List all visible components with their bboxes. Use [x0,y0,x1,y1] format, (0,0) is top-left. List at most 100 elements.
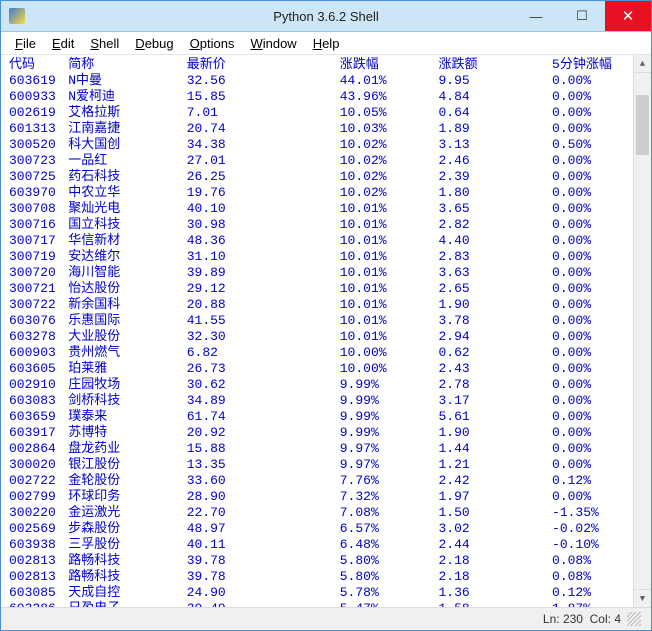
maximize-button[interactable]: ☐ [559,1,605,31]
data-row: 300520科大国创34.3810.02%3.130.50% [9,137,633,153]
cell-c5: 0.00% [552,201,633,217]
cell-c5: 0.00% [552,393,633,409]
cell-c0: 600903 [9,345,68,361]
cell-c1: 剑桥科技 [68,393,186,409]
cell-c3: 10.02% [340,185,439,201]
python-shell-window: Python 3.6.2 Shell — ☐ ✕ File Edit Shell… [0,0,652,631]
cell-c1: 海川智能 [68,265,186,281]
cell-c3: 10.01% [340,329,439,345]
cell-c1: 庄园牧场 [68,377,186,393]
cell-c2: 26.25 [187,169,340,185]
python-icon [9,8,25,24]
cell-c3: 6.48% [340,537,439,553]
cell-c2: 40.11 [187,537,340,553]
cell-c4: 2.94 [438,329,552,345]
data-row: 603619N中曼32.5644.01%9.950.00% [9,73,633,89]
cell-c3: 9.99% [340,393,439,409]
cell-c1: 科大国创 [68,137,186,153]
cell-c2: 39.78 [187,553,340,569]
cell-c3: 10.03% [340,121,439,137]
titlebar[interactable]: Python 3.6.2 Shell — ☐ ✕ [1,1,651,32]
cell-c3: 10.05% [340,105,439,121]
cell-c0: 300722 [9,297,68,313]
shell-output[interactable]: 代码简称最新价涨跌幅涨跌额5分钟涨幅603619N中曼32.5644.01%9.… [1,55,633,607]
cell-c4: 1.90 [438,297,552,313]
cell-c3: 5.78% [340,585,439,601]
data-row: 002722金轮股份33.607.76%2.420.12% [9,473,633,489]
cell-c2: 15.85 [187,89,340,105]
data-row: 002619艾格拉斯7.0110.05%0.640.00% [9,105,633,121]
scroll-up-button[interactable]: ▲ [634,55,651,73]
cell-c5: 0.00% [552,409,633,425]
cell-c5: 0.12% [552,585,633,601]
cell-c0: 300020 [9,457,68,473]
cell-c0: 600933 [9,89,68,105]
menu-debug[interactable]: Debug [127,34,181,53]
cell-c3: 9.97% [340,441,439,457]
cell-c5: 0.08% [552,553,633,569]
cell-c0: 002910 [9,377,68,393]
cell-c4: 3.13 [438,137,552,153]
cell-c0: 603278 [9,329,68,345]
cell-c1: 贵州燃气 [68,345,186,361]
cell-c0: 300716 [9,217,68,233]
cell-c1: 怡达股份 [68,281,186,297]
menu-shell[interactable]: Shell [82,34,127,53]
cell-c0: 002569 [9,521,68,537]
cell-c2: 26.73 [187,361,340,377]
data-row: 300716国立科技30.9810.01%2.820.00% [9,217,633,233]
menu-file[interactable]: File [7,34,44,53]
cell-c1: N中曼 [68,73,186,89]
menu-options[interactable]: Options [182,34,243,53]
data-row: 603085天成自控24.905.78%1.360.12% [9,585,633,601]
cell-c4: 2.82 [438,217,552,233]
cell-c4: 9.95 [438,73,552,89]
cell-c4: 2.83 [438,249,552,265]
data-row: 002910庄园牧场30.629.99%2.780.00% [9,377,633,393]
cell-c0: 300720 [9,265,68,281]
menu-window[interactable]: Window [242,34,304,53]
cell-c1: 中农立华 [68,185,186,201]
data-row: 600903贵州燃气6.8210.00%0.620.00% [9,345,633,361]
cell-c1: 环球印务 [68,489,186,505]
data-row: 002813路畅科技39.785.80%2.180.08% [9,553,633,569]
cell-c1: 华信新材 [68,233,186,249]
cell-c3: 9.99% [340,409,439,425]
cell-c4: 5.61 [438,409,552,425]
cell-c0: 601313 [9,121,68,137]
cell-c3: 5.80% [340,553,439,569]
cell-c1: 金运激光 [68,505,186,521]
cell-c2: 29.12 [187,281,340,297]
cell-c4: 1.50 [438,505,552,521]
menu-help[interactable]: Help [305,34,348,53]
cell-c3: 10.01% [340,249,439,265]
cell-c2: 48.97 [187,521,340,537]
cell-c2: 48.36 [187,233,340,249]
cell-c4: 1.97 [438,489,552,505]
cell-c5: 0.50% [552,137,633,153]
cell-c3: 10.01% [340,265,439,281]
cell-c2: 39.78 [187,569,340,585]
cell-c2: 32.56 [187,73,340,89]
cell-c3: 9.99% [340,425,439,441]
cell-c5: 0.00% [552,89,633,105]
cell-c1: 大业股份 [68,329,186,345]
close-button[interactable]: ✕ [605,1,651,31]
minimize-button[interactable]: — [513,1,559,31]
resize-grip-icon[interactable] [627,612,641,626]
scroll-down-button[interactable]: ▼ [634,589,651,607]
vertical-scrollbar[interactable]: ▲ ▼ [633,55,651,607]
cell-c3: 5.80% [340,569,439,585]
cell-c5: 0.00% [552,233,633,249]
menu-edit[interactable]: Edit [44,34,82,53]
cell-c3: 10.01% [340,201,439,217]
data-row: 300720海川智能39.8910.01%3.630.00% [9,265,633,281]
menubar: File Edit Shell Debug Options Window Hel… [1,32,651,55]
cell-c5: 0.00% [552,297,633,313]
status-col: Col: 4 [590,612,621,626]
cell-c0: 603938 [9,537,68,553]
cell-c3: 9.99% [340,377,439,393]
cell-c5: 0.00% [552,457,633,473]
scrollbar-thumb[interactable] [636,95,649,155]
data-row: 603083剑桥科技34.899.99%3.170.00% [9,393,633,409]
